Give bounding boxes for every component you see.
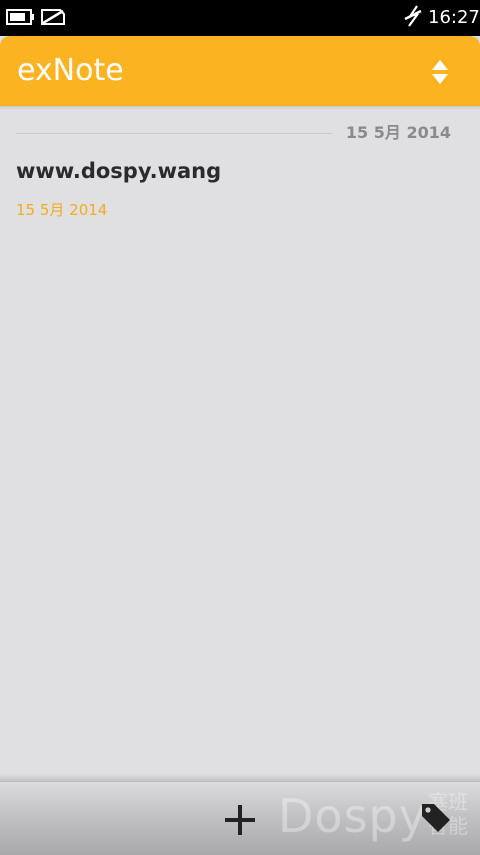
section-date: 15 5月 2014 xyxy=(345,123,451,142)
date-section-header: 15 5月 2014 xyxy=(0,120,480,146)
app-header: exNote xyxy=(0,36,480,106)
note-date: 15 5月 2014 xyxy=(16,201,108,219)
status-bar: 16:27 xyxy=(0,0,480,36)
header-shadow xyxy=(0,106,480,110)
signal-icon xyxy=(404,5,422,27)
section-divider xyxy=(16,133,332,134)
watermark: Dospy xyxy=(278,789,427,843)
battery-icon xyxy=(6,9,34,25)
status-time: 16:27 xyxy=(428,7,480,28)
plus-icon[interactable] xyxy=(220,800,260,840)
list-item[interactable]: www.dospy.wang 15 5月 2014 xyxy=(0,150,480,226)
toolbar-shadow xyxy=(0,774,480,781)
page-title: exNote xyxy=(17,53,124,88)
sort-arrows-icon[interactable] xyxy=(424,56,456,88)
tag-icon[interactable] xyxy=(418,800,454,836)
bottom-toolbar: Dospy 塞班智能 xyxy=(0,781,480,855)
note-title: www.dospy.wang xyxy=(16,159,222,183)
no-sim-icon xyxy=(41,9,65,25)
